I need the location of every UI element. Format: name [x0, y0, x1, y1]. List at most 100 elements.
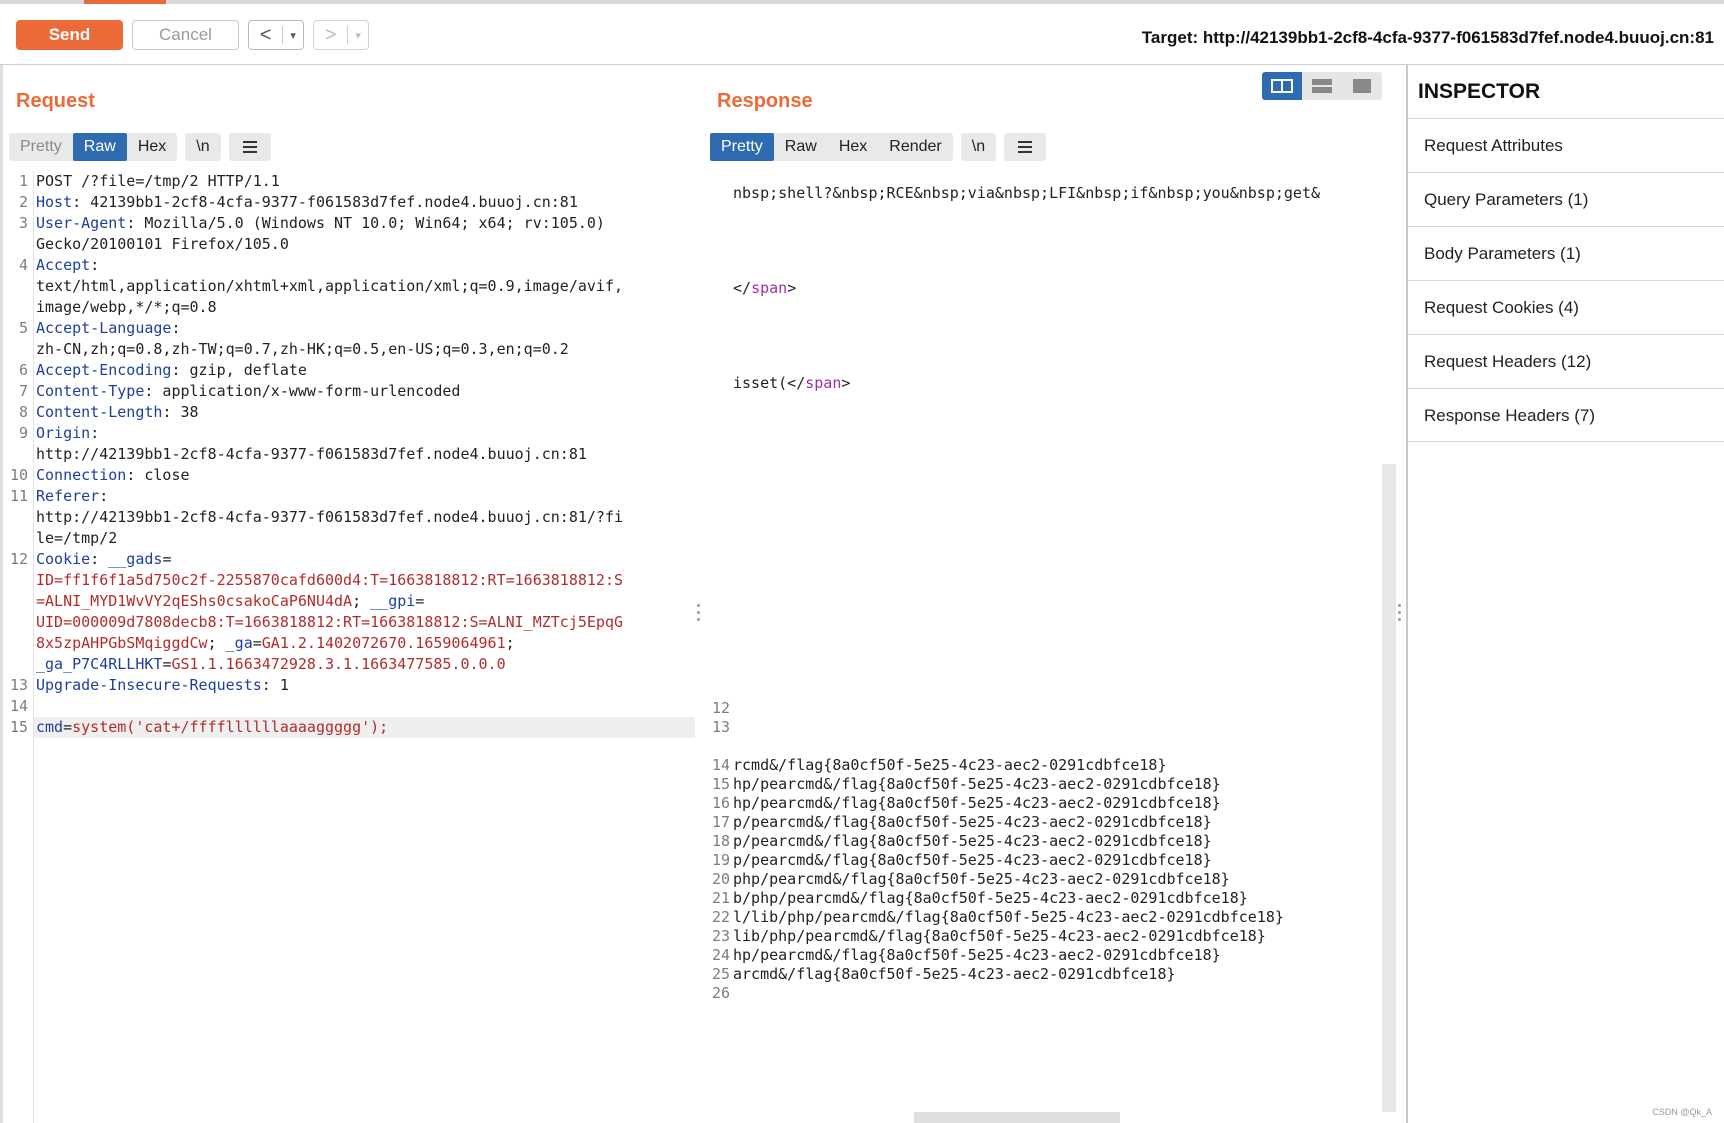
line-number: 15 — [9, 718, 28, 736]
request-menu-button[interactable] — [228, 133, 271, 161]
line-number: 7 — [18, 382, 28, 400]
line-number: 8 — [18, 403, 28, 421]
response-line: arcmd&/flag{8a0cf50f-5e25-4c23-aec2-0291… — [733, 965, 1176, 983]
code-line: text/html,application/xhtml+xml,applicat… — [36, 277, 623, 295]
line-number: 13 — [711, 718, 730, 736]
response-line: b/php/pearcmd&/flag{8a0cf50f-5e25-4c23-a… — [733, 889, 1248, 907]
newline-toggle[interactable]: \n — [960, 133, 997, 161]
line-number: 5 — [18, 319, 28, 337]
line-number: 16 — [711, 794, 730, 812]
code-line: Accept-Language: — [36, 319, 181, 337]
code-line: POST /?file=/tmp/2 HTTP/1.1 — [36, 172, 280, 190]
layout-toggle — [1262, 72, 1382, 100]
columns-icon — [1271, 79, 1293, 93]
code-line: Origin: — [36, 424, 100, 442]
line-number: 9 — [18, 424, 28, 442]
response-fragment: nbsp;shell?&nbsp;RCE&nbsp;via&nbsp;LFI&n… — [733, 184, 1320, 202]
line-number: 14 — [9, 697, 28, 715]
inspector-sections: Request Attributes Query Parameters (1) … — [1408, 118, 1724, 442]
repeater-toolbar: Send Cancel < ▾ > ▾ Target: http://42139… — [0, 4, 1724, 65]
chevron-right-icon: > — [324, 24, 337, 46]
response-view-tabs: Pretty Raw Hex Render \n — [710, 133, 1054, 161]
tab-render[interactable]: Render — [878, 133, 952, 161]
code-line: Cookie: __gads= — [36, 550, 172, 568]
response-vertical-scrollbar[interactable] — [1382, 464, 1396, 1112]
code-line: Accept: — [36, 256, 100, 274]
inspector-body-parameters[interactable]: Body Parameters (1) — [1408, 226, 1724, 280]
code-line: Upgrade-Insecure-Requests: 1 — [36, 676, 289, 694]
line-number: 21 — [711, 889, 730, 907]
chevron-left-icon: < — [259, 24, 272, 46]
code-line: Referer: — [36, 487, 109, 505]
response-fragment: isset(</span> — [733, 374, 851, 392]
response-line: hp/pearcmd&/flag{8a0cf50f-5e25-4c23-aec2… — [733, 946, 1221, 964]
response-fragment: </span> — [733, 279, 797, 297]
hamburger-icon — [229, 133, 271, 161]
watermark: CSDN @Qk_A — [1652, 1107, 1712, 1117]
chevron-down-icon[interactable]: ▾ — [348, 29, 368, 42]
line-number: 11 — [9, 487, 28, 505]
response-horizontal-scrollbar[interactable] — [914, 1112, 1120, 1123]
line-number: 14 — [711, 756, 730, 774]
line-number: 15 — [711, 775, 730, 793]
response-format-tabs: Pretty Raw Hex Render — [710, 133, 953, 161]
layout-split-columns[interactable] — [1262, 72, 1302, 100]
line-number: 6 — [18, 361, 28, 379]
code-line: ID=ff1f6f1a5d750c2f-2255870cafd600d4:T=1… — [36, 571, 623, 589]
response-menu-button[interactable] — [1004, 133, 1047, 161]
inspector-query-parameters[interactable]: Query Parameters (1) — [1408, 172, 1724, 226]
response-line: hp/pearcmd&/flag{8a0cf50f-5e25-4c23-aec2… — [733, 775, 1221, 793]
tab-hex[interactable]: Hex — [127, 133, 177, 161]
response-line: p/pearcmd&/flag{8a0cf50f-5e25-4c23-aec2-… — [733, 851, 1212, 869]
response-editor[interactable]: nbsp;shell?&nbsp;RCE&nbsp;via&nbsp;LFI&n… — [702, 171, 1382, 1112]
tab-raw[interactable]: Raw — [774, 133, 828, 161]
tab-pretty[interactable]: Pretty — [9, 133, 73, 161]
layout-split-rows[interactable] — [1302, 72, 1342, 100]
newline-icon: \n — [971, 138, 986, 155]
tab-pretty[interactable]: Pretty — [710, 133, 774, 161]
hamburger-icon — [1004, 133, 1046, 161]
split-handle[interactable] — [697, 604, 700, 621]
target-url[interactable]: Target: http://42139bb1-2cf8-4cfa-9377-f… — [1142, 28, 1714, 48]
rows-icon — [1312, 79, 1332, 93]
code-line: zh-CN,zh;q=0.8,zh-TW;q=0.7,zh-HK;q=0.5,e… — [36, 340, 569, 358]
code-line: Accept-Encoding: gzip, deflate — [36, 361, 307, 379]
line-number: 12 — [9, 550, 28, 568]
cancel-button[interactable]: Cancel — [132, 20, 239, 50]
response-line: p/pearcmd&/flag{8a0cf50f-5e25-4c23-aec2-… — [733, 832, 1212, 850]
back-button[interactable]: < ▾ — [248, 20, 304, 50]
line-number: 23 — [711, 927, 730, 945]
chevron-down-icon[interactable]: ▾ — [283, 29, 303, 42]
code-line: Gecko/20100101 Firefox/105.0 — [36, 235, 289, 253]
line-number: 17 — [711, 813, 730, 831]
line-number: 26 — [711, 984, 730, 1002]
line-number: 22 — [711, 908, 730, 926]
inspector-response-headers[interactable]: Response Headers (7) — [1408, 388, 1724, 442]
send-button[interactable]: Send — [16, 20, 123, 50]
inspector-panel: INSPECTOR Request Attributes Query Param… — [1406, 65, 1724, 1123]
code-line: UID=000009d7808decb8:T=1663818812:RT=166… — [36, 613, 623, 631]
request-editor[interactable]: 1 POST /?file=/tmp/2 HTTP/1.1 2 Host: 42139… — [0, 171, 700, 1123]
code-line: User-Agent: Mozilla/5.0 (Windows NT 10.0… — [36, 214, 605, 232]
response-title: Response — [717, 90, 813, 112]
code-line: =ALNI_MYD1WvVY2qEShs0csakoCaP6NU4dA; __g… — [36, 592, 425, 610]
inspector-request-headers[interactable]: Request Headers (12) — [1408, 334, 1724, 388]
newline-icon: \n — [196, 138, 210, 155]
layout-single[interactable] — [1342, 72, 1382, 100]
inspector-request-attributes[interactable]: Request Attributes — [1408, 118, 1724, 172]
line-number: 2 — [18, 193, 28, 211]
code-line: http://42139bb1-2cf8-4cfa-9377-f061583d7… — [36, 445, 587, 463]
code-line: le=/tmp/2 — [36, 529, 118, 547]
newline-toggle[interactable]: \n — [185, 133, 221, 161]
inspector-request-cookies[interactable]: Request Cookies (4) — [1408, 280, 1724, 334]
tab-hex[interactable]: Hex — [828, 133, 878, 161]
inspector-title: INSPECTOR — [1418, 80, 1541, 103]
code-line: Connection: close — [36, 466, 190, 484]
response-line: rcmd&/flag{8a0cf50f-5e25-4c23-aec2-0291c… — [733, 756, 1167, 774]
tab-raw[interactable]: Raw — [72, 133, 127, 161]
forward-button[interactable]: > ▾ — [313, 20, 369, 50]
split-handle[interactable] — [1398, 604, 1401, 621]
line-number: 24 — [711, 946, 730, 964]
code-line: http://42139bb1-2cf8-4cfa-9377-f061583d7… — [36, 508, 623, 526]
line-number: 12 — [711, 699, 730, 717]
